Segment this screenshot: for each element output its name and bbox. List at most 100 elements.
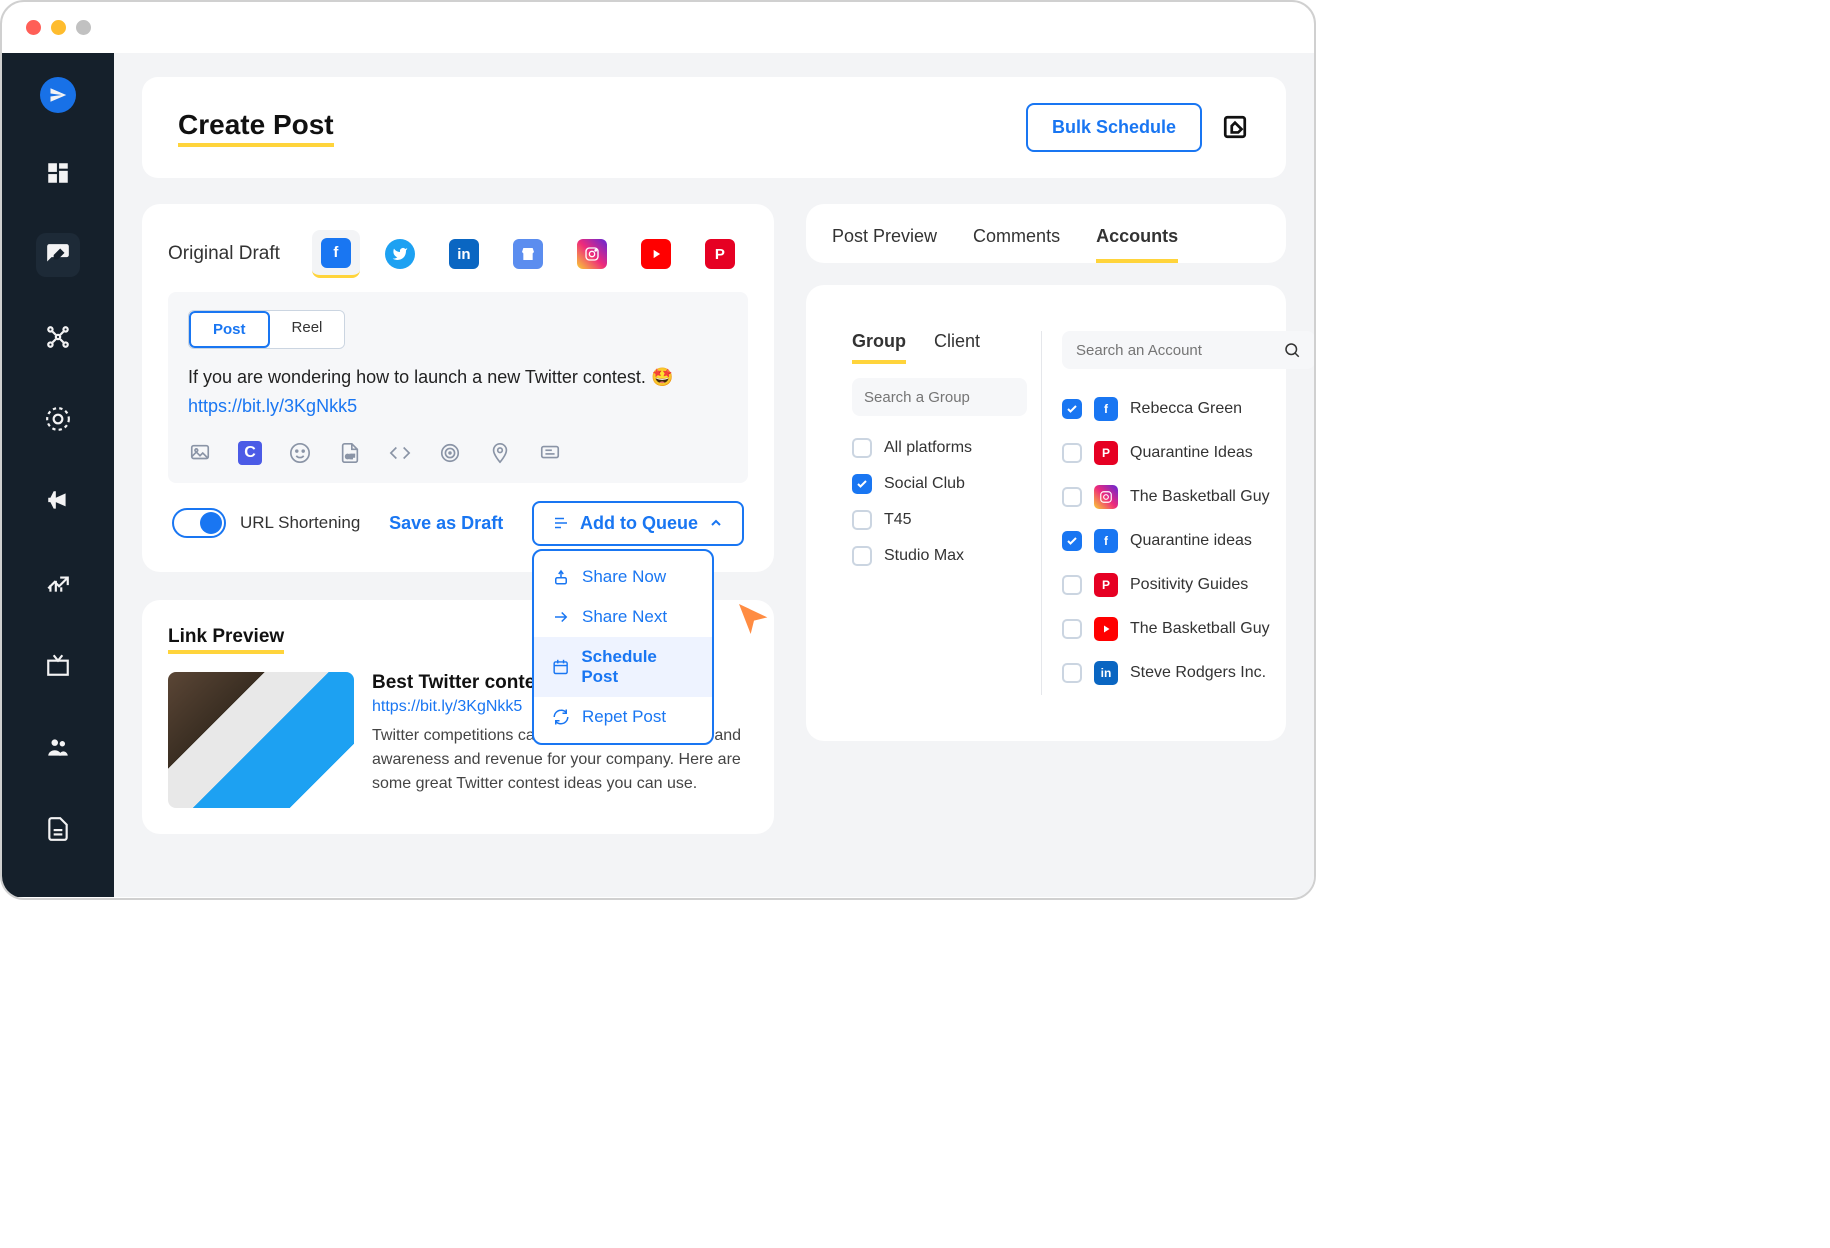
group-search[interactable] [852, 378, 1027, 416]
platform-tab-gmb[interactable] [504, 230, 552, 278]
post-link[interactable]: https://bit.ly/3KgNkk5 [188, 396, 357, 416]
account-search[interactable] [1062, 331, 1314, 369]
edit-icon[interactable] [1222, 114, 1250, 142]
dropdown-share-next[interactable]: Share Next [534, 597, 712, 637]
youtube-icon [641, 239, 671, 269]
platform-tab-twitter[interactable] [376, 230, 424, 278]
checkbox[interactable] [1062, 619, 1082, 639]
fb-icon: f [1094, 397, 1118, 421]
close-window-icon[interactable] [26, 20, 41, 35]
nav-help-icon[interactable] [36, 397, 80, 441]
nav-network-icon[interactable] [36, 315, 80, 359]
nav-analytics-icon[interactable] [36, 561, 80, 605]
media-icon[interactable] [188, 441, 212, 465]
browser-window: Create Post Bulk Schedule Original Draft [0, 0, 1316, 900]
checkbox[interactable] [1062, 399, 1082, 419]
draft-label: Original Draft [168, 243, 280, 265]
tab-group[interactable]: Group [852, 331, 906, 364]
emoji-icon[interactable] [288, 441, 312, 465]
post-type-tabs: Post Reel [188, 310, 345, 349]
group-row[interactable]: All platforms [852, 430, 1027, 466]
caption-icon[interactable] [538, 441, 562, 465]
nav-announce-icon[interactable] [36, 479, 80, 523]
post-type-tab-reel[interactable]: Reel [270, 311, 345, 348]
nav-inbox-icon[interactable] [36, 643, 80, 687]
canva-icon[interactable]: C [238, 441, 262, 465]
account-row[interactable]: The Basketball Guy [1062, 475, 1314, 519]
url-shortening-toggle[interactable] [172, 508, 226, 538]
account-row[interactable]: PQuarantine Ideas [1062, 431, 1314, 475]
post-text-area[interactable]: If you are wondering how to launch a new… [188, 363, 728, 421]
checkbox[interactable] [1062, 443, 1082, 463]
app-logo-icon[interactable] [40, 77, 76, 113]
checkbox[interactable] [852, 438, 872, 458]
account-label: Steve Rodgers Inc. [1130, 664, 1266, 682]
save-as-draft-button[interactable]: Save as Draft [389, 513, 503, 534]
checkbox[interactable] [852, 546, 872, 566]
pin-icon: P [1094, 573, 1118, 597]
account-label: The Basketball Guy [1130, 620, 1270, 638]
platform-tab-linkedin[interactable]: in [440, 230, 488, 278]
account-row[interactable]: fRebecca Green [1062, 387, 1314, 431]
account-row[interactable]: PPositivity Guides [1062, 563, 1314, 607]
tab-client[interactable]: Client [934, 331, 980, 364]
checkbox[interactable] [1062, 663, 1082, 683]
window-controls [2, 2, 1314, 53]
cursor-pointer-icon [734, 599, 774, 639]
group-label: Studio Max [884, 547, 964, 565]
minimize-window-icon[interactable] [51, 20, 66, 35]
right-panel-tabs-card: Post Preview Comments Accounts [806, 204, 1286, 263]
code-icon[interactable] [388, 441, 412, 465]
group-search-input[interactable] [864, 389, 1063, 406]
checkbox[interactable] [852, 510, 872, 530]
add-to-queue-button[interactable]: Add to Queue [532, 501, 744, 546]
maximize-window-icon[interactable] [76, 20, 91, 35]
target-icon[interactable] [438, 441, 462, 465]
post-emoji: 🤩 [651, 367, 673, 387]
location-icon[interactable] [488, 441, 512, 465]
twitter-icon [385, 239, 415, 269]
account-row[interactable]: in Steve Rodgers Inc. [1062, 651, 1314, 695]
account-row[interactable]: fQuarantine ideas [1062, 519, 1314, 563]
checkbox[interactable] [1062, 531, 1082, 551]
platform-tab-facebook[interactable]: f [312, 230, 360, 278]
nav-team-icon[interactable] [36, 725, 80, 769]
nav-compose-icon[interactable] [36, 233, 80, 277]
arrow-right-icon [552, 608, 570, 626]
gif-icon[interactable]: GIF [338, 441, 362, 465]
dropdown-repeat-post[interactable]: Repet Post [534, 697, 712, 737]
upload-icon [552, 568, 570, 586]
platform-tab-pinterest[interactable]: P [696, 230, 744, 278]
tab-accounts[interactable]: Accounts [1096, 226, 1178, 263]
group-label: Social Club [884, 475, 965, 493]
platform-tab-youtube[interactable] [632, 230, 680, 278]
tab-comments[interactable]: Comments [973, 226, 1060, 263]
bulk-schedule-button[interactable]: Bulk Schedule [1026, 103, 1202, 152]
page-header: Create Post Bulk Schedule [142, 77, 1286, 178]
group-row[interactable]: Social Club [852, 466, 1027, 502]
li-icon: in [1094, 661, 1118, 685]
nav-dashboard-icon[interactable] [36, 151, 80, 195]
instagram-icon [577, 239, 607, 269]
dropdown-share-now[interactable]: Share Now [534, 557, 712, 597]
checkbox[interactable] [852, 474, 872, 494]
nav-reports-icon[interactable] [36, 807, 80, 851]
pinterest-icon: P [705, 239, 735, 269]
post-text: If you are wondering how to launch a new… [188, 367, 651, 387]
platform-tab-instagram[interactable] [568, 230, 616, 278]
account-search-input[interactable] [1076, 342, 1275, 359]
group-row[interactable]: T45 [852, 502, 1027, 538]
chevron-up-icon [708, 515, 724, 531]
checkbox[interactable] [1062, 487, 1082, 507]
group-label: All platforms [884, 439, 972, 457]
account-row[interactable]: The Basketball Guy [1062, 607, 1314, 651]
tab-post-preview[interactable]: Post Preview [832, 226, 937, 263]
svg-text:GIF: GIF [345, 454, 355, 460]
dropdown-schedule-post[interactable]: Schedule Post [534, 637, 712, 697]
checkbox[interactable] [1062, 575, 1082, 595]
group-label: T45 [884, 511, 912, 529]
post-type-tab-post[interactable]: Post [189, 311, 270, 348]
group-row[interactable]: Studio Max [852, 538, 1027, 574]
account-label: Quarantine Ideas [1130, 444, 1253, 462]
ig-icon [1094, 485, 1118, 509]
